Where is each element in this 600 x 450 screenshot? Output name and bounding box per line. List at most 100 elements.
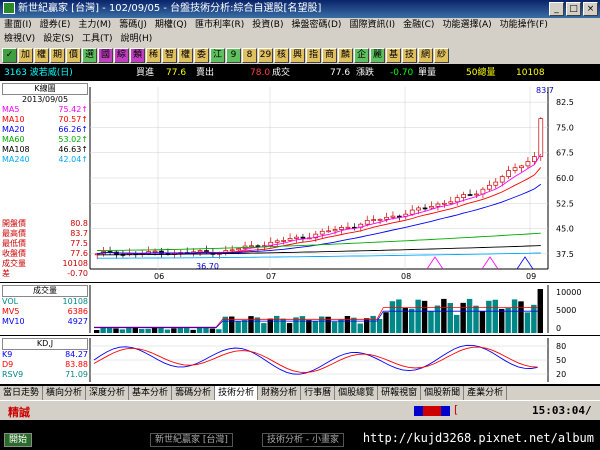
menu-row1-2[interactable]: 主力(M) xyxy=(78,18,111,32)
menu-row1-7[interactable]: 操盤密碼(D) xyxy=(291,18,341,32)
signal-marker xyxy=(516,256,534,270)
menu-row2-3[interactable]: 說明(H) xyxy=(120,32,152,46)
toolbar-button-26[interactable]: 網 xyxy=(418,47,433,63)
analysis-tab-6[interactable]: 財務分析 xyxy=(258,386,302,400)
toolbar-button-5[interactable]: 選 xyxy=(82,47,97,63)
menu-row1-6[interactable]: 投資(B) xyxy=(252,18,283,32)
toolbar-button-15[interactable]: 8 xyxy=(242,47,257,63)
candle-body xyxy=(519,165,524,169)
kline-panel[interactable]: K線圖 2013/09/05 MA5 75.42↑ MA10 70.57↑ MA20 66… xyxy=(0,81,600,282)
status-clock: 15:03:04/ xyxy=(532,404,592,417)
candle-body xyxy=(442,202,447,205)
signal-marker xyxy=(426,256,444,270)
volume-bar xyxy=(331,321,338,333)
toolbar-button-11[interactable]: 權 xyxy=(178,47,193,63)
status-bar: 精誠 [ 15:03:04/ xyxy=(0,400,600,420)
menu-row2-2[interactable]: 工具(T) xyxy=(82,32,113,46)
volume-bar xyxy=(428,311,434,333)
candle-body xyxy=(474,193,479,196)
analysis-tab-7[interactable]: 行事曆 xyxy=(301,386,336,400)
menu-row1-4[interactable]: 期權(Q) xyxy=(155,18,187,32)
candle-body xyxy=(326,230,331,233)
taskbar-item-paint[interactable]: 技術分析 - 小畫家 xyxy=(262,433,344,447)
menu-row1-3[interactable]: 籌碼(J) xyxy=(119,18,147,32)
kd-panel[interactable]: KD,J K9 84.27 D9 83.88 RSV9 71.09 80 50 20 xyxy=(0,336,600,384)
start-button[interactable]: 開始 xyxy=(4,433,33,447)
toolbar-button-16[interactable]: 29 xyxy=(258,47,273,63)
window-title: 新世紀贏家 [台灣] - 102/09/05 - 台盤技術分析:綜合自選股[名望… xyxy=(18,3,322,14)
menu-row1-0[interactable]: 畫面(I) xyxy=(4,18,32,32)
toolbar-button-3[interactable]: 期 xyxy=(50,47,65,63)
toolbar-button-27[interactable]: 紗 xyxy=(434,47,449,63)
candle-body xyxy=(319,230,325,235)
analysis-tab-2[interactable]: 深度分析 xyxy=(86,386,130,400)
toolbar-button-10[interactable]: 智 xyxy=(162,47,177,63)
candle-body xyxy=(506,170,511,177)
volume-bar xyxy=(254,317,261,333)
toolbar-button-19[interactable]: 指 xyxy=(306,47,321,63)
volume-bar xyxy=(235,321,241,333)
toolbar-button-4[interactable]: 價 xyxy=(66,47,81,63)
menu-row1-8[interactable]: 國際資訊(I) xyxy=(349,18,395,32)
toolbar-button-23[interactable]: 麗 xyxy=(370,47,385,63)
candle-body xyxy=(294,236,299,239)
menu-row1-1[interactable]: 證券(E) xyxy=(40,18,71,32)
candle-body xyxy=(377,218,383,221)
maximize-button[interactable]: □ xyxy=(566,2,581,16)
toolbar-button-6[interactable]: 國 xyxy=(98,47,113,63)
volume-bar xyxy=(505,307,511,333)
minimize-button[interactable]: _ xyxy=(549,2,564,16)
toolbar-button-1[interactable]: 加 xyxy=(18,47,33,63)
volume-bar xyxy=(466,298,473,333)
toolbar-button-2[interactable]: 權 xyxy=(34,47,49,63)
toolbar-button-9[interactable]: 稀 xyxy=(146,47,161,63)
volume-bar xyxy=(158,327,164,333)
toolbar-button-24[interactable]: 基 xyxy=(386,47,401,63)
toolbar-button-21[interactable]: 麟 xyxy=(338,47,353,63)
unit-volume-label: 單量 xyxy=(418,68,437,78)
toolbar-button-25[interactable]: 技 xyxy=(402,47,417,63)
candle-body xyxy=(493,181,499,186)
toolbar-button-13[interactable]: 江 xyxy=(210,47,225,63)
menu-row1-9[interactable]: 金融(C) xyxy=(403,18,434,32)
toolbar-button-8[interactable]: 類 xyxy=(130,47,145,63)
analysis-tab-3[interactable]: 基本分析 xyxy=(129,386,173,400)
toolbar-button-0[interactable]: ✓ xyxy=(2,47,17,63)
toolbar-button-12[interactable]: 委 xyxy=(194,47,209,63)
taskbar-item-app[interactable]: 新世紀贏家 [台灣] xyxy=(150,433,233,447)
close-button[interactable]: × xyxy=(583,2,598,16)
volume-bar xyxy=(177,327,183,333)
analysis-tab-8[interactable]: 個股總覽 xyxy=(335,386,379,400)
volume-panel[interactable]: 成交量 VOL 10108 MV5 6386 MV10 4927 10000 5000 0 xyxy=(0,283,600,335)
toolbar-button-14[interactable]: 9 xyxy=(226,47,241,63)
candle-body xyxy=(538,118,544,157)
deal-value: 77.6 xyxy=(330,68,351,78)
candle-body xyxy=(390,215,396,218)
menu-row2-1[interactable]: 設定(S) xyxy=(43,32,74,46)
analysis-tab-4[interactable]: 籌碼分析 xyxy=(172,386,216,400)
analysis-tab-11[interactable]: 產業分析 xyxy=(464,386,508,400)
taskbar: 開始 新世紀贏家 [台灣] 技術分析 - 小畫家 http://kujd3268… xyxy=(0,430,600,450)
analysis-tab-10[interactable]: 個股新聞 xyxy=(421,386,465,400)
menu-row2-0[interactable]: 檢視(V) xyxy=(4,32,35,46)
menu-row1-10[interactable]: 功能選擇(A) xyxy=(442,18,491,32)
analysis-tab-5[interactable]: 技術分析 xyxy=(215,386,259,400)
toolbar-button-22[interactable]: 企 xyxy=(354,47,369,63)
volume-bar xyxy=(312,321,318,333)
analysis-tab-9[interactable]: 研報視窗 xyxy=(378,386,422,400)
menu-row1-11[interactable]: 功能操作(F) xyxy=(500,18,548,32)
high-marker: 83.7 xyxy=(536,86,554,95)
kline-ytick: 45.0 xyxy=(556,225,574,234)
toolbar-button-20[interactable]: 商 xyxy=(322,47,337,63)
toolbar-button-7[interactable]: 綜 xyxy=(114,47,129,63)
toolbar-button-17[interactable]: 核 xyxy=(274,47,289,63)
toolbar-button-18[interactable]: 興 xyxy=(290,47,305,63)
menu-row1-5[interactable]: 匯市利率(R) xyxy=(195,18,244,32)
volume-bar xyxy=(479,311,486,333)
candle-body xyxy=(152,250,158,253)
analysis-tab-1[interactable]: 橫向分析 xyxy=(43,386,87,400)
analysis-tab-0[interactable]: 當日走勢 xyxy=(0,386,44,400)
volume-bar xyxy=(537,289,543,333)
change-value: -0.70 xyxy=(390,68,414,78)
volume-bar xyxy=(306,320,312,333)
